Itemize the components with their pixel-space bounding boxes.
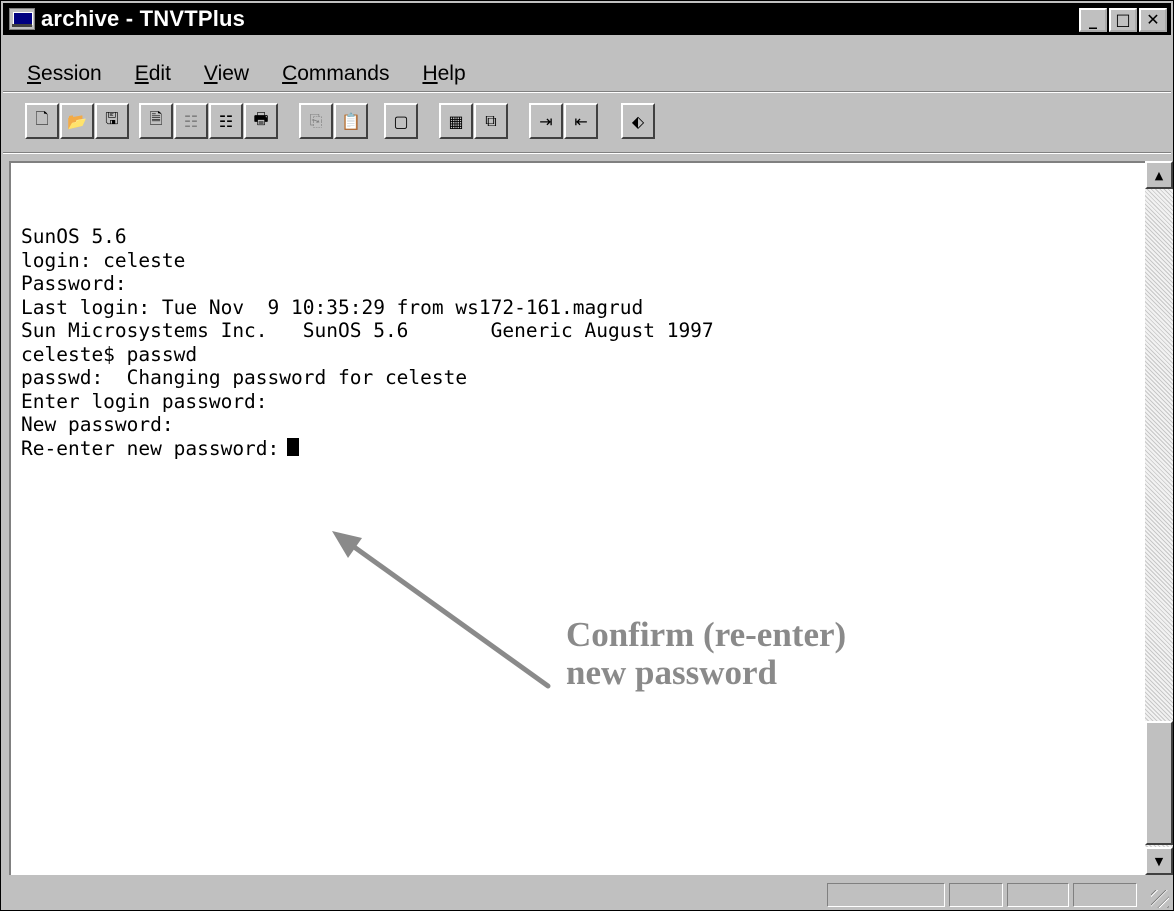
- status-panel: [949, 883, 1003, 907]
- toolbar-divider: [3, 91, 1171, 93]
- toolbar-divider: [3, 152, 1171, 154]
- tabs-icon[interactable]: ☷: [174, 103, 208, 139]
- status-panel: [827, 883, 945, 907]
- terminal-output: SunOS 5.6 login: celeste Password: Last log…: [21, 225, 714, 460]
- scroll-up-icon[interactable]: ▲: [1145, 161, 1173, 189]
- resize-grip-icon[interactable]: [1151, 890, 1169, 908]
- save-disk-icon[interactable]: 🖫: [95, 103, 129, 139]
- app-window: archive - TNVTPlus _ □ ✕ Session Edit Vi…: [0, 0, 1174, 911]
- window-title: archive - TNVTPlus: [41, 6, 246, 31]
- open-folder-icon[interactable]: 📂: [60, 103, 94, 139]
- terminal-prompt-line: Re-enter new password:: [21, 437, 714, 461]
- print-icon[interactable]: 🖶: [244, 103, 278, 139]
- terminal-line: Password:: [21, 272, 127, 295]
- terminal-line: Sun Microsystems Inc. SunOS 5.6 Generic …: [21, 319, 714, 342]
- screen-copy-icon[interactable]: ⧉: [474, 103, 508, 139]
- callout-annotation: Confirm (re-enter) new password: [566, 616, 846, 692]
- terminal-prompt: Re-enter new password:: [21, 436, 280, 460]
- window-controls: _ □ ✕: [1079, 8, 1167, 32]
- properties-icon[interactable]: 🗎: [139, 103, 173, 139]
- new-document-icon[interactable]: 🗋: [25, 103, 59, 139]
- menu-session[interactable]: Session: [3, 62, 111, 86]
- minimize-button[interactable]: _: [1079, 8, 1107, 32]
- terminal-line: SunOS 5.6: [21, 225, 127, 248]
- terminal-app-icon[interactable]: [9, 8, 35, 30]
- menu-bar: Session Edit View Commands Help: [3, 57, 475, 91]
- terminal-line: passwd: Changing password for celeste: [21, 366, 468, 389]
- columns-icon[interactable]: ☷: [209, 103, 243, 139]
- terminal-line: celeste$ passwd: [21, 342, 198, 366]
- vertical-scrollbar[interactable]: ▲ ▼: [1145, 161, 1173, 875]
- callout-line: new password: [566, 653, 778, 692]
- menu-help[interactable]: Help: [398, 62, 474, 86]
- title-bar[interactable]: archive - TNVTPlus _ □ ✕: [3, 3, 1171, 35]
- callout-line: Confirm (re-enter): [566, 615, 847, 654]
- grid-icon[interactable]: ▦: [439, 103, 473, 139]
- copy-icon[interactable]: ⎘: [299, 103, 333, 139]
- terminal-line: Last login: Tue Nov 9 10:35:29 from ws17…: [21, 295, 644, 319]
- menu-commands[interactable]: Commands: [258, 62, 398, 86]
- status-bar: [3, 879, 1171, 910]
- terminal-line: login: celeste: [21, 248, 186, 272]
- status-panel: [1007, 883, 1069, 907]
- terminal-screen[interactable]: SunOS 5.6 login: celeste Password: Last log…: [9, 161, 1145, 875]
- scrollbar-thumb[interactable]: [1145, 721, 1173, 845]
- maximize-button[interactable]: □: [1109, 8, 1137, 32]
- scroll-down-icon[interactable]: ▼: [1145, 847, 1173, 875]
- paste-icon[interactable]: 📋: [334, 103, 368, 139]
- receive-file-icon[interactable]: ⇥: [529, 103, 563, 139]
- text-cursor: [287, 437, 300, 456]
- help-book-icon[interactable]: ⬖: [621, 103, 655, 139]
- close-button[interactable]: ✕: [1139, 8, 1167, 32]
- menu-edit[interactable]: Edit: [111, 62, 180, 86]
- status-panel: [1073, 883, 1137, 907]
- terminal-line: New password:: [21, 413, 174, 436]
- menu-view[interactable]: View: [180, 62, 258, 86]
- display-icon[interactable]: ▢: [384, 103, 418, 139]
- send-file-icon[interactable]: ⇤: [564, 103, 598, 139]
- terminal-line: Enter login password:: [21, 389, 268, 413]
